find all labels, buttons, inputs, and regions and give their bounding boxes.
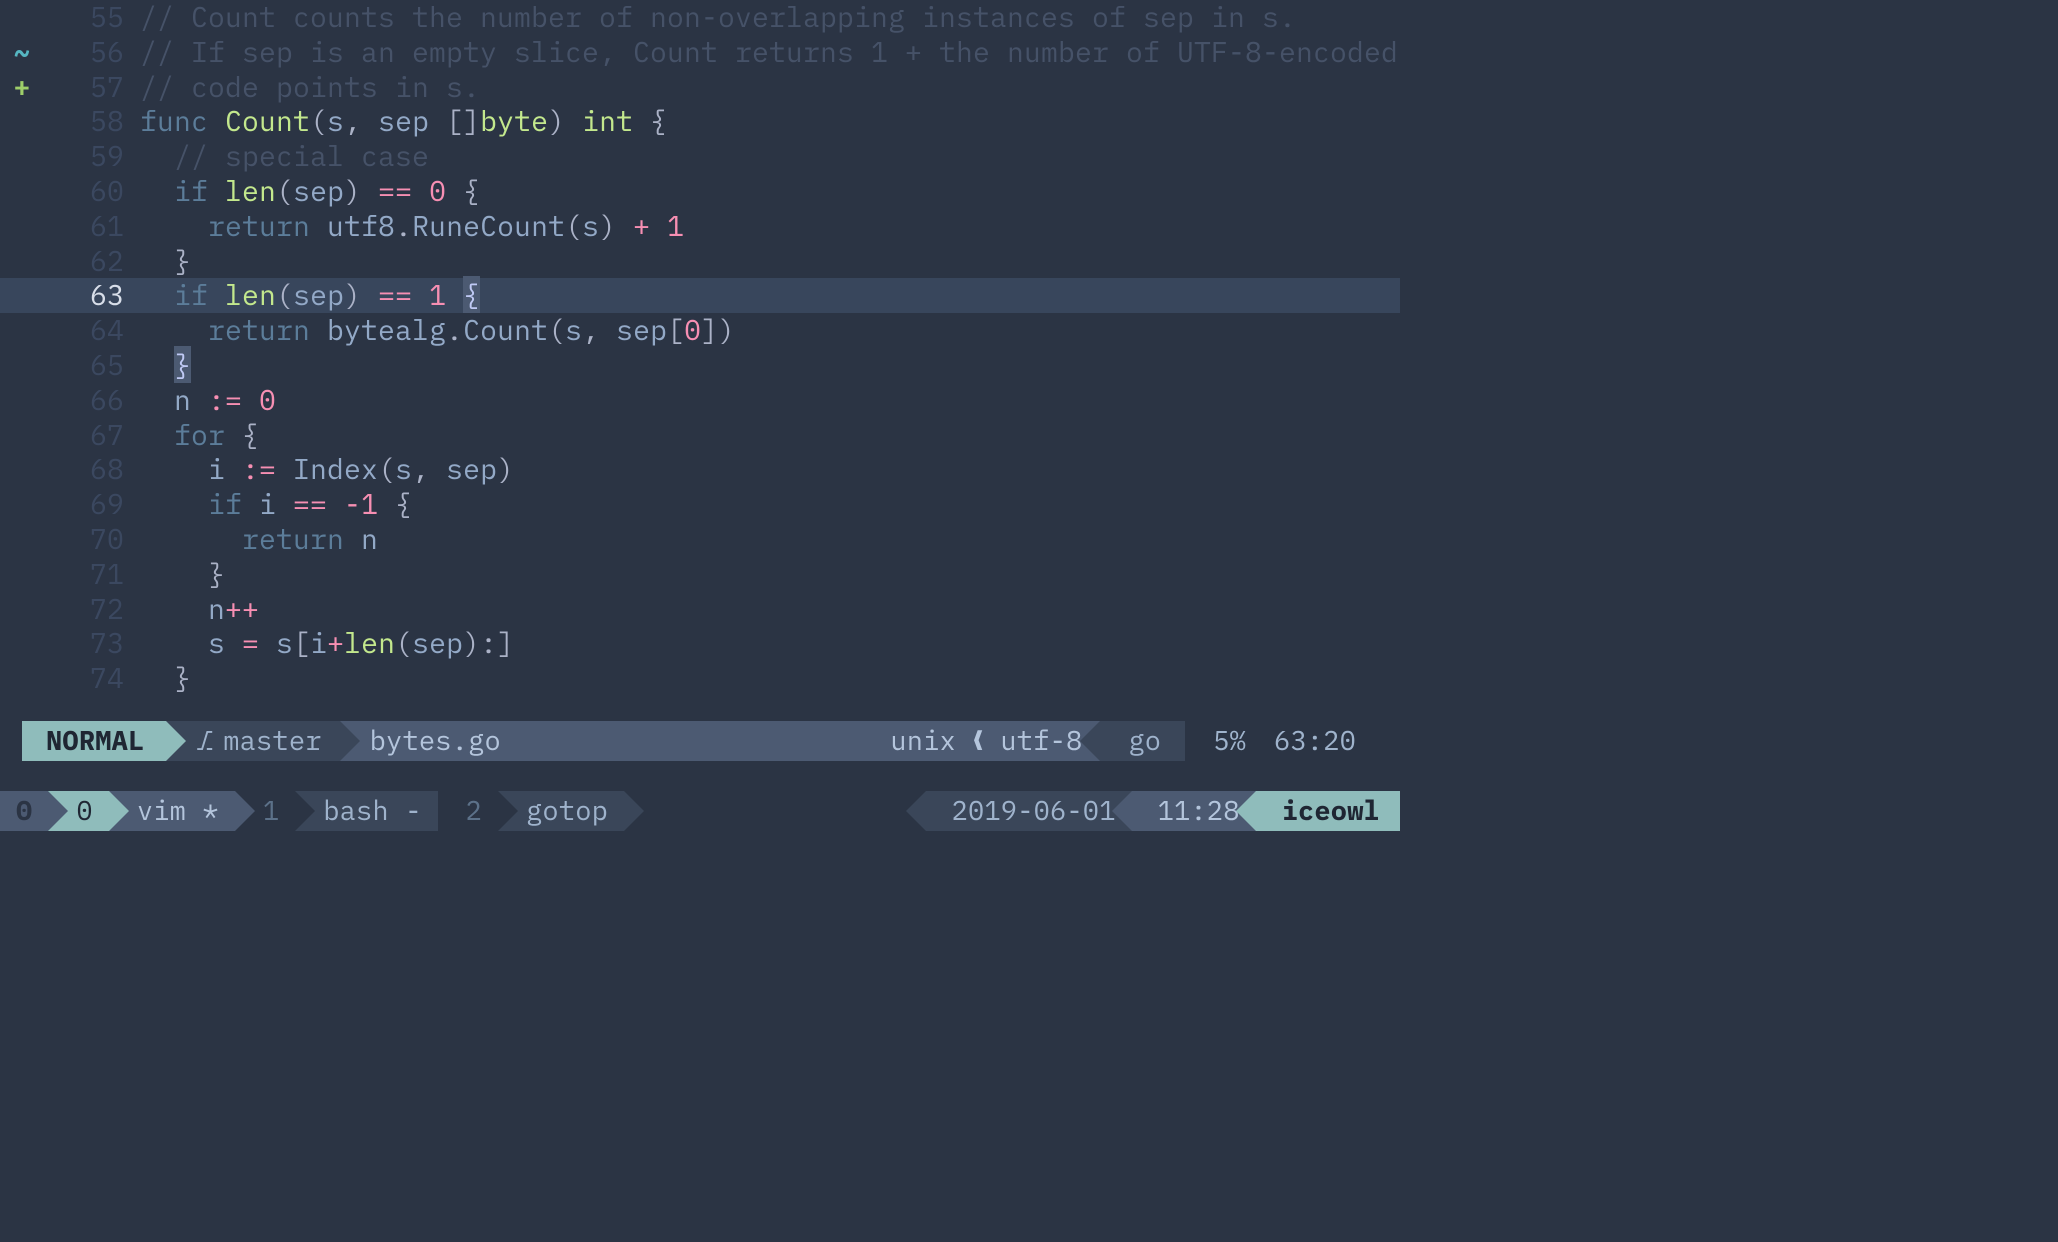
filename-segment: bytes.go (340, 721, 519, 761)
code-line[interactable]: 55// Count counts the number of non-over… (0, 0, 1400, 35)
code-line[interactable]: 61 return utf8.RuneCount(s) + 1 (0, 209, 1400, 244)
code-content[interactable]: if i == -1 { (138, 487, 1400, 522)
vim-editor[interactable]: 55// Count counts the number of non-over… (0, 0, 1400, 696)
line-number: 56 (44, 35, 138, 70)
line-number: 65 (44, 348, 138, 383)
mode-indicator: NORMAL (22, 721, 166, 761)
code-line[interactable]: 64 return bytealg.Count(s, sep[0]) (0, 313, 1400, 348)
code-line[interactable]: 63 if len(sep) == 1 { (0, 278, 1400, 313)
code-line[interactable]: 74 } (0, 661, 1400, 696)
chevron-left-icon: ❮ (970, 724, 986, 757)
tmux-window-index[interactable]: 2 (438, 791, 498, 831)
airline-statusline: NORMAL ⎇ master bytes.go unix ❮ utf-8 go… (22, 721, 1378, 761)
code-content[interactable]: if len(sep) == 0 { (138, 174, 1400, 209)
sign-column: + (0, 70, 44, 105)
code-content[interactable]: } (138, 557, 1400, 592)
line-number: 66 (44, 383, 138, 418)
code-line[interactable]: ~56// If sep is an empty slice, Count re… (0, 35, 1400, 70)
code-line[interactable]: 67 for { (0, 418, 1400, 453)
code-line[interactable]: 68 i := Index(s, sep) (0, 452, 1400, 487)
code-line[interactable]: 73 s = s[i+len(sep):] (0, 626, 1400, 661)
encoding-segment: unix ❮ utf-8 (872, 721, 1100, 761)
code-content[interactable]: // Count counts the number of non-overla… (138, 0, 1400, 35)
line-number: 62 (44, 244, 138, 279)
code-content[interactable]: } (138, 348, 1400, 383)
line-number: 70 (44, 522, 138, 557)
code-content[interactable]: // special case (138, 139, 1400, 174)
fileformat: unix (890, 724, 956, 757)
tmux-session-indicator[interactable]: 0 (0, 791, 48, 831)
code-content[interactable]: } (138, 661, 1400, 696)
line-number: 71 (44, 557, 138, 592)
code-line[interactable]: 62 } (0, 244, 1400, 279)
code-line[interactable]: 60 if len(sep) == 0 { (0, 174, 1400, 209)
line-number: 61 (44, 209, 138, 244)
code-content[interactable]: i := Index(s, sep) (138, 452, 1400, 487)
line-number: 55 (44, 0, 138, 35)
tmux-date: 2019-06-01 (926, 791, 1132, 831)
code-line[interactable]: 71 } (0, 557, 1400, 592)
code-line[interactable]: 66 n := 0 (0, 383, 1400, 418)
code-content[interactable]: return n (138, 522, 1400, 557)
line-number: 69 (44, 487, 138, 522)
terminal-window[interactable]: 55// Count counts the number of non-over… (0, 0, 1400, 845)
tmux-window-name[interactable]: bash - (295, 791, 437, 831)
code-content[interactable]: } (138, 244, 1400, 279)
code-content[interactable]: if len(sep) == 1 { (138, 278, 1400, 313)
line-number: 64 (44, 313, 138, 348)
encoding: utf-8 (1000, 724, 1082, 757)
code-line[interactable]: 72 n++ (0, 592, 1400, 627)
sign-column: ~ (0, 35, 44, 70)
code-content[interactable]: return bytealg.Count(s, sep[0]) (138, 313, 1400, 348)
line-number: 72 (44, 592, 138, 627)
code-content[interactable]: n := 0 (138, 383, 1400, 418)
filetype-segment: go (1100, 721, 1185, 761)
code-content[interactable]: for { (138, 418, 1400, 453)
line-number: 74 (44, 661, 138, 696)
code-line[interactable]: +57// code points in s. (0, 70, 1400, 105)
code-content[interactable]: func Count(s, sep []byte) int { (138, 104, 1400, 139)
code-line[interactable]: 70 return n (0, 522, 1400, 557)
line-number: 58 (44, 104, 138, 139)
code-content[interactable]: n++ (138, 592, 1400, 627)
line-number: 59 (44, 139, 138, 174)
line-number: 73 (44, 626, 138, 661)
line-number: 57 (44, 70, 138, 105)
code-content[interactable]: return utf8.RuneCount(s) + 1 (138, 209, 1400, 244)
code-line[interactable]: 58func Count(s, sep []byte) int { (0, 104, 1400, 139)
code-line[interactable]: 65 } (0, 348, 1400, 383)
code-line[interactable]: 69 if i == -1 { (0, 487, 1400, 522)
line-number: 67 (44, 418, 138, 453)
percent-segment: 5% (1185, 721, 1274, 761)
tmux-window-list: 0vim *1bash -2gotop (48, 791, 624, 831)
line-number: 68 (44, 452, 138, 487)
code-line[interactable]: 59 // special case (0, 139, 1400, 174)
line-number: 60 (44, 174, 138, 209)
tmux-hostname: iceowl (1256, 791, 1400, 831)
git-branch-segment: ⎇ master (166, 721, 339, 761)
tmux-statusbar: 0 0vim *1bash -2gotop 2019-06-01 11:28 i… (0, 791, 1400, 831)
position-segment: 63:20 (1274, 721, 1378, 761)
code-content[interactable]: s = s[i+len(sep):] (138, 626, 1400, 661)
branch-icon: ⎇ (196, 724, 213, 757)
line-number: 63 (44, 278, 138, 313)
code-content[interactable]: // If sep is an empty slice, Count retur… (138, 35, 1400, 70)
git-branch-name: master (223, 724, 321, 757)
code-content[interactable]: // code points in s. (138, 70, 1400, 105)
